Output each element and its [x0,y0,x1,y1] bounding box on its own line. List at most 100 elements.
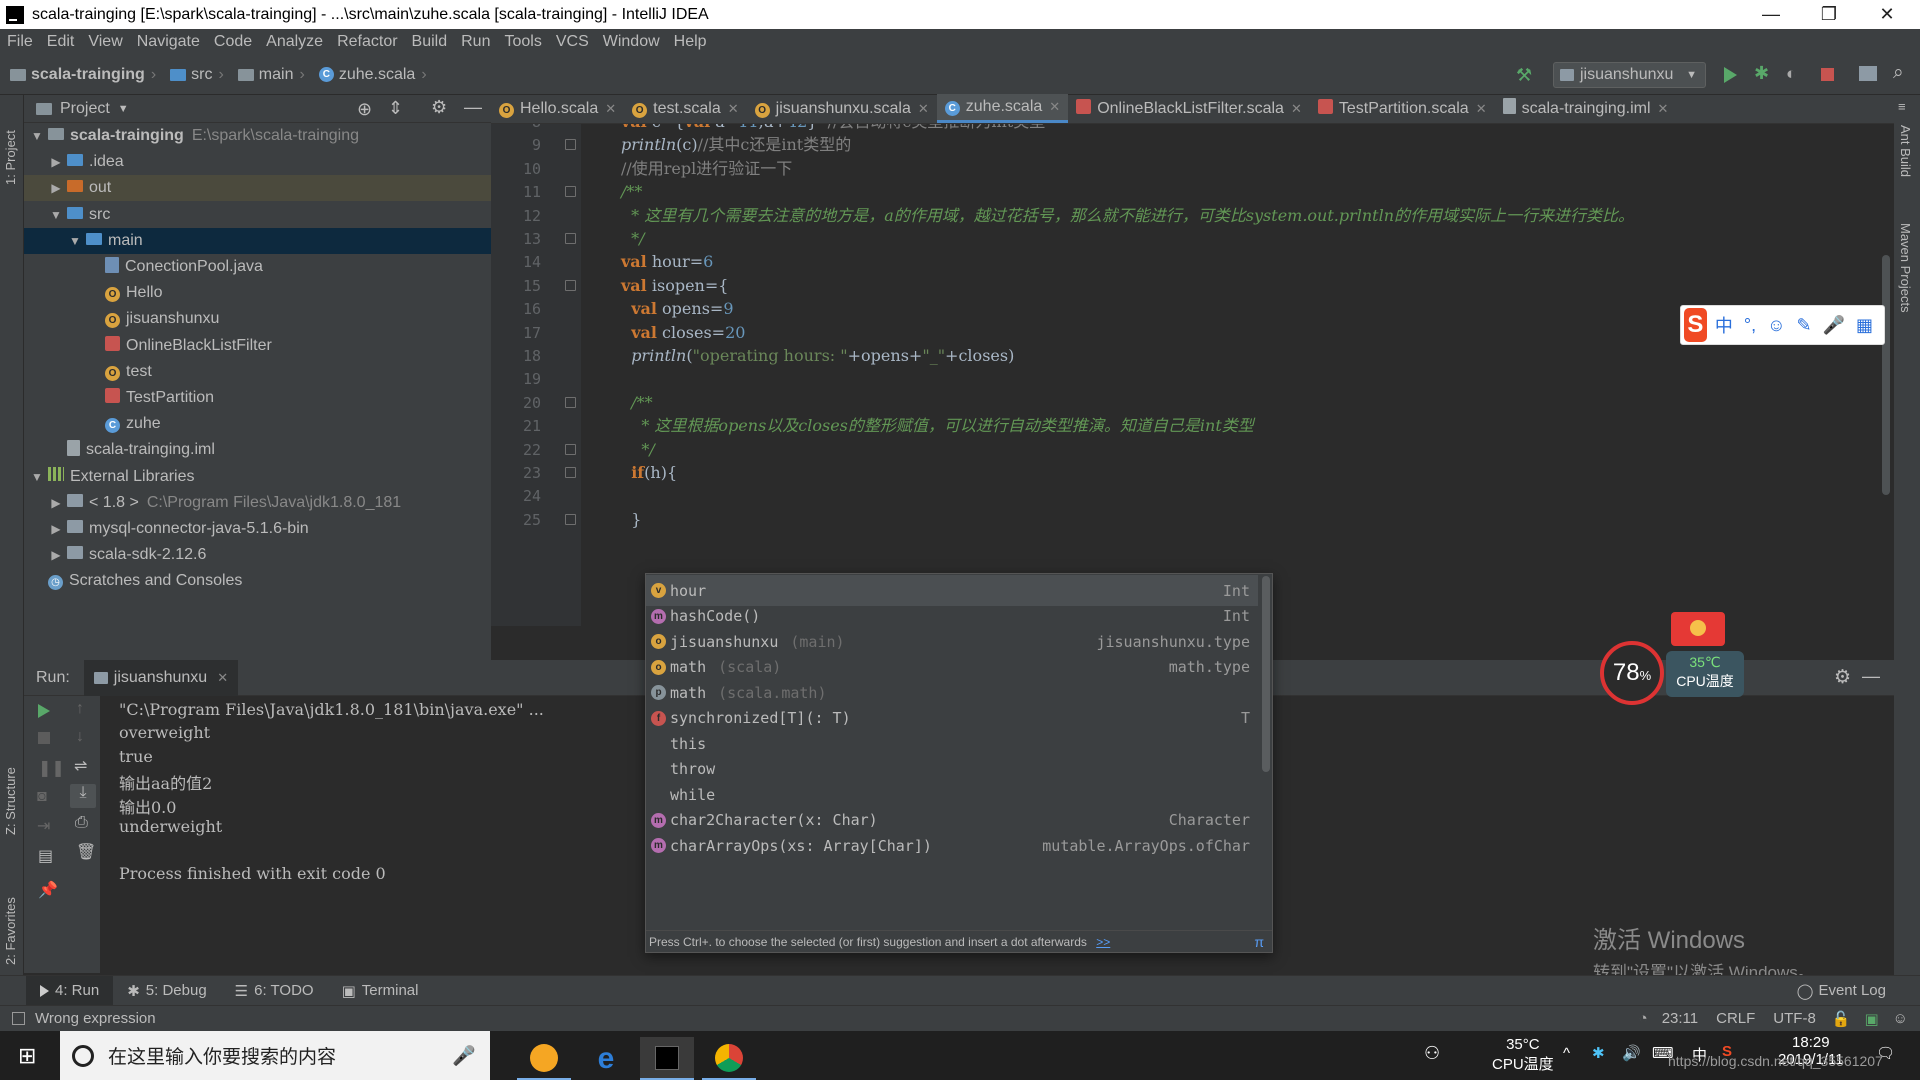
cpu-widget[interactable]: 78% 35℃ CPU温度 [1600,641,1745,705]
chevron-right-icon[interactable]: ▶ [49,522,63,536]
close-icon[interactable]: ✕ [918,101,929,117]
ant-build-tool-button[interactable]: Ant Build [1898,125,1913,205]
bluetooth-icon[interactable]: ✱ [1592,1044,1605,1062]
close-icon[interactable]: ✕ [1049,99,1060,115]
file-encoding[interactable]: UTF-8 [1773,1010,1816,1027]
breadcrumb-project[interactable]: scala-trainging › [0,66,156,84]
caret-position[interactable]: 23:11 [1662,1010,1698,1027]
tab-list-icon[interactable]: ≡ [1898,99,1906,114]
menu-vcs[interactable]: VCS [549,33,596,51]
taskbar-app-intellij-icon[interactable] [640,1037,694,1080]
debug-button[interactable]: ✱ [1754,63,1769,84]
soft-wrap-icon[interactable]: ⇌ [74,756,87,776]
ime-emoji-icon[interactable]: ☺ [1767,315,1785,336]
tab-terminal[interactable]: ▣ Terminal [328,976,433,1006]
menu-run[interactable]: Run [454,33,497,51]
ime-punctuation-icon[interactable]: °, [1744,315,1756,336]
close-icon[interactable]: ✕ [1291,101,1302,117]
tab-todo[interactable]: ☰ 6: TODO [221,976,328,1006]
fold-marker-icon[interactable] [565,443,576,455]
windows-start-icon[interactable]: ⊞ [18,1043,36,1069]
layout-icon[interactable]: ▤ [38,846,53,866]
arrow-up-icon[interactable]: ↑ [76,700,84,718]
event-log-button[interactable]: ◯ Event Log [1783,976,1900,1006]
maximize-button[interactable]: ❐ [1800,0,1858,29]
user-icon[interactable]: ☺ [1893,1010,1908,1027]
close-button[interactable]: ✕ [1858,0,1916,29]
breadcrumb-src[interactable]: src › [160,66,224,84]
chevron-down-icon[interactable]: ▼ [30,129,44,143]
tab-zuhe-scala[interactable]: Czuhe.scala ✕ [936,94,1069,123]
tree-node[interactable]: ▶ .idea [24,149,491,175]
menu-build[interactable]: Build [405,33,455,51]
chevron-right-icon[interactable]: ▶ [49,496,63,510]
menu-window[interactable]: Window [596,33,667,51]
tab-scala-trainging-iml[interactable]: scala-trainging.iml ✕ [1495,94,1677,123]
tree-node[interactable]: O Hello [24,280,491,306]
close-icon[interactable]: ✕ [217,670,228,686]
tree-node[interactable]: TestPartition [24,385,491,411]
fold-marker-icon[interactable] [565,279,576,291]
tree-node[interactable]: ▶ out [24,175,491,202]
structure-tool-button[interactable]: Z: Structure [3,735,18,835]
run-config-select[interactable]: jisuanshunxu ▼ [1553,62,1706,88]
tab-debug[interactable]: ✱ 5: Debug [113,976,220,1006]
locate-icon[interactable]: ⊕ [357,99,372,120]
completion-scrollbar[interactable] [1262,576,1270,772]
pause-icon[interactable]: ❚❚ [38,758,65,778]
arrow-down-icon[interactable]: ↓ [76,728,84,746]
tree-node[interactable]: OnlineBlackListFilter [24,333,491,359]
menu-help[interactable]: Help [667,33,714,51]
close-icon[interactable]: ✕ [605,101,616,117]
tab-onlineblacklistfilter-scala[interactable]: OnlineBlackListFilter.scala ✕ [1068,94,1310,123]
tab-test-scala[interactable]: Otest.scala ✕ [624,94,747,123]
gear-icon[interactable]: ⚙ [1834,666,1851,689]
collapse-all-icon[interactable]: ⇕ [388,98,403,119]
camera-icon[interactable]: ◙ [37,788,47,806]
chevron-down-icon[interactable]: ▼ [30,470,44,484]
gear-icon[interactable]: ⚙ [431,97,447,118]
fold-marker-icon[interactable] [565,139,576,151]
breadcrumb-main[interactable]: main › [228,66,305,84]
tree-node[interactable]: ▼ scala-trainging E:\spark\scala-trainging [24,123,491,149]
tree-node[interactable]: ▼ main [24,227,491,254]
exit-icon[interactable]: ⇥ [37,816,50,836]
menu-code[interactable]: Code [207,33,259,51]
tree-node[interactable]: scala-trainging.iml [24,437,491,463]
tree-node[interactable]: ▶ mysql-connector-java-5.1.6-bin [24,516,491,542]
chevron-right-icon[interactable]: ▶ [49,155,63,169]
run-button[interactable] [1724,67,1737,83]
pin-icon[interactable]: 📌 [38,880,58,900]
tree-node[interactable]: Czuhe [24,411,491,437]
tab-jisuanshunxu-scala[interactable]: Ojisuanshunxu.scala ✕ [747,94,937,123]
microphone-icon[interactable]: 🎤 [452,1044,476,1068]
sogou-ime-toolbar[interactable]: S 中 °, ☺ ✎ 🎤 ▦ [1680,305,1885,345]
hide-panel-icon[interactable]: — [1862,666,1880,687]
menu-refactor[interactable]: Refactor [330,33,404,51]
panel-toggle-icon[interactable] [12,1012,25,1025]
git-icon[interactable]: ▣ [1864,1010,1878,1028]
menu-view[interactable]: View [81,33,129,51]
project-structure-icon[interactable] [1859,66,1877,81]
trash-icon[interactable]: 🗑 [76,842,96,862]
chevron-down-icon[interactable]: ▼ [68,234,82,248]
close-icon[interactable]: ✕ [1476,101,1487,117]
close-icon[interactable]: ✕ [1658,101,1669,117]
chevron-down-icon[interactable]: ▼ [118,103,129,115]
coverage-button[interactable]: ◐ [1786,64,1796,84]
chevron-down-icon[interactable]: ▼ [49,208,63,222]
favorites-tool-button[interactable]: 2: Favorites [3,865,18,965]
tree-node[interactable]: Otest [24,359,491,385]
code-editor[interactable]: 8910111213141516171819202122232425 val c… [491,124,1894,626]
tab-testpartition-scala[interactable]: TestPartition.scala ✕ [1310,94,1495,123]
tray-chevron-up-icon[interactable]: ^ [1563,1045,1570,1062]
inspection-icon[interactable]: ◔ [1639,1010,1648,1027]
taskbar-search-box[interactable]: 在这里输入你要搜索的内容 🎤 [60,1031,490,1080]
tree-node[interactable]: ConectionPool.java [24,254,491,280]
fold-marker-icon[interactable] [565,467,576,478]
fold-marker-icon[interactable] [565,513,576,525]
ime-handwrite-icon[interactable]: ✎ [1796,315,1811,336]
chevron-right-icon[interactable]: ▶ [49,548,63,562]
tree-node[interactable]: ▶ scala-sdk-2.12.6 [24,542,491,568]
build-hammer-icon[interactable]: ⚒ [1516,65,1532,86]
